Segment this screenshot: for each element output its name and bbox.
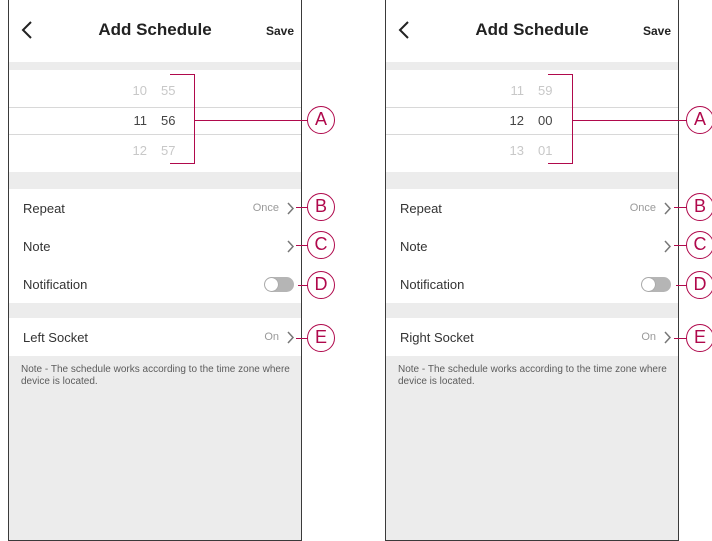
picker-row-prev[interactable]: 11 59 — [386, 78, 678, 104]
picker-row-next[interactable]: 12 57 — [9, 138, 301, 164]
picker-row-prev[interactable]: 10 55 — [9, 78, 301, 104]
callout-a: A — [686, 106, 712, 134]
timezone-note: Note - The schedule works according to t… — [21, 364, 290, 387]
header: Add Schedule Save — [386, 0, 678, 62]
notification-row: Notification — [386, 265, 678, 303]
time-picker[interactable]: 10 55 11 56 12 57 — [9, 70, 301, 172]
picker-hour: 11 — [133, 113, 148, 128]
notification-toggle[interactable] — [641, 277, 671, 292]
repeat-value: Once — [252, 202, 279, 214]
page-title: Add Schedule — [98, 20, 212, 39]
page-title: Add Schedule — [475, 20, 589, 39]
chevron-right-icon — [286, 202, 295, 215]
note-label: Note — [400, 239, 428, 254]
picker-hour: 11 — [510, 83, 525, 98]
repeat-row[interactable]: Repeat Once — [9, 189, 301, 227]
toggle-knob — [265, 278, 278, 291]
callout-c: C — [686, 231, 712, 259]
chevron-right-icon — [663, 202, 672, 215]
callout-bracket-a — [170, 74, 195, 164]
save-button[interactable]: Save — [266, 24, 294, 38]
repeat-row[interactable]: Repeat Once — [386, 189, 678, 227]
notification-label: Notification — [23, 277, 88, 292]
phone-screen-right: Add Schedule Save 11 59 12 00 13 01 Repe… — [385, 0, 679, 541]
socket-value: On — [264, 331, 279, 343]
callout-bracket-a — [548, 74, 573, 164]
picker-row-next[interactable]: 13 01 — [386, 138, 678, 164]
repeat-label: Repeat — [400, 201, 442, 216]
callout-b: B — [307, 193, 335, 221]
callout-line-a — [572, 120, 688, 121]
callout-d: D — [686, 271, 712, 299]
picker-hour: 12 — [509, 113, 524, 128]
chevron-right-icon — [663, 331, 672, 344]
chevron-right-icon — [663, 240, 672, 253]
picker-row-selected[interactable]: 12 00 — [386, 107, 678, 135]
notification-label: Notification — [400, 277, 465, 292]
notification-row: Notification — [9, 265, 301, 303]
picker-row-selected[interactable]: 11 56 — [9, 107, 301, 135]
callout-line-a — [194, 120, 308, 121]
notification-toggle[interactable] — [264, 277, 294, 292]
callout-e: E — [307, 324, 335, 352]
callout-c: C — [307, 231, 335, 259]
phone-screen-left: Add Schedule Save 10 55 11 56 12 57 Repe… — [8, 0, 302, 541]
socket-value: On — [641, 331, 656, 343]
socket-label: Right Socket — [400, 330, 474, 345]
note-row[interactable]: Note — [9, 227, 301, 265]
socket-label: Left Socket — [23, 330, 89, 345]
repeat-label: Repeat — [23, 201, 65, 216]
picker-hour: 13 — [509, 143, 524, 158]
toggle-knob — [642, 278, 655, 291]
chevron-right-icon — [286, 240, 295, 253]
picker-hour: 10 — [132, 83, 147, 98]
callout-a: A — [307, 106, 335, 134]
callout-e: E — [686, 324, 712, 352]
header: Add Schedule Save — [9, 0, 301, 62]
note-row[interactable]: Note — [386, 227, 678, 265]
chevron-right-icon — [286, 331, 295, 344]
repeat-value: Once — [629, 202, 656, 214]
timezone-note: Note - The schedule works according to t… — [398, 364, 667, 387]
note-label: Note — [23, 239, 51, 254]
time-picker[interactable]: 11 59 12 00 13 01 — [386, 70, 678, 172]
socket-row[interactable]: Right Socket On — [386, 318, 678, 356]
callout-b: B — [686, 193, 712, 221]
picker-hour: 12 — [132, 143, 147, 158]
socket-row[interactable]: Left Socket On — [9, 318, 301, 356]
save-button[interactable]: Save — [643, 24, 671, 38]
callout-d: D — [307, 271, 335, 299]
